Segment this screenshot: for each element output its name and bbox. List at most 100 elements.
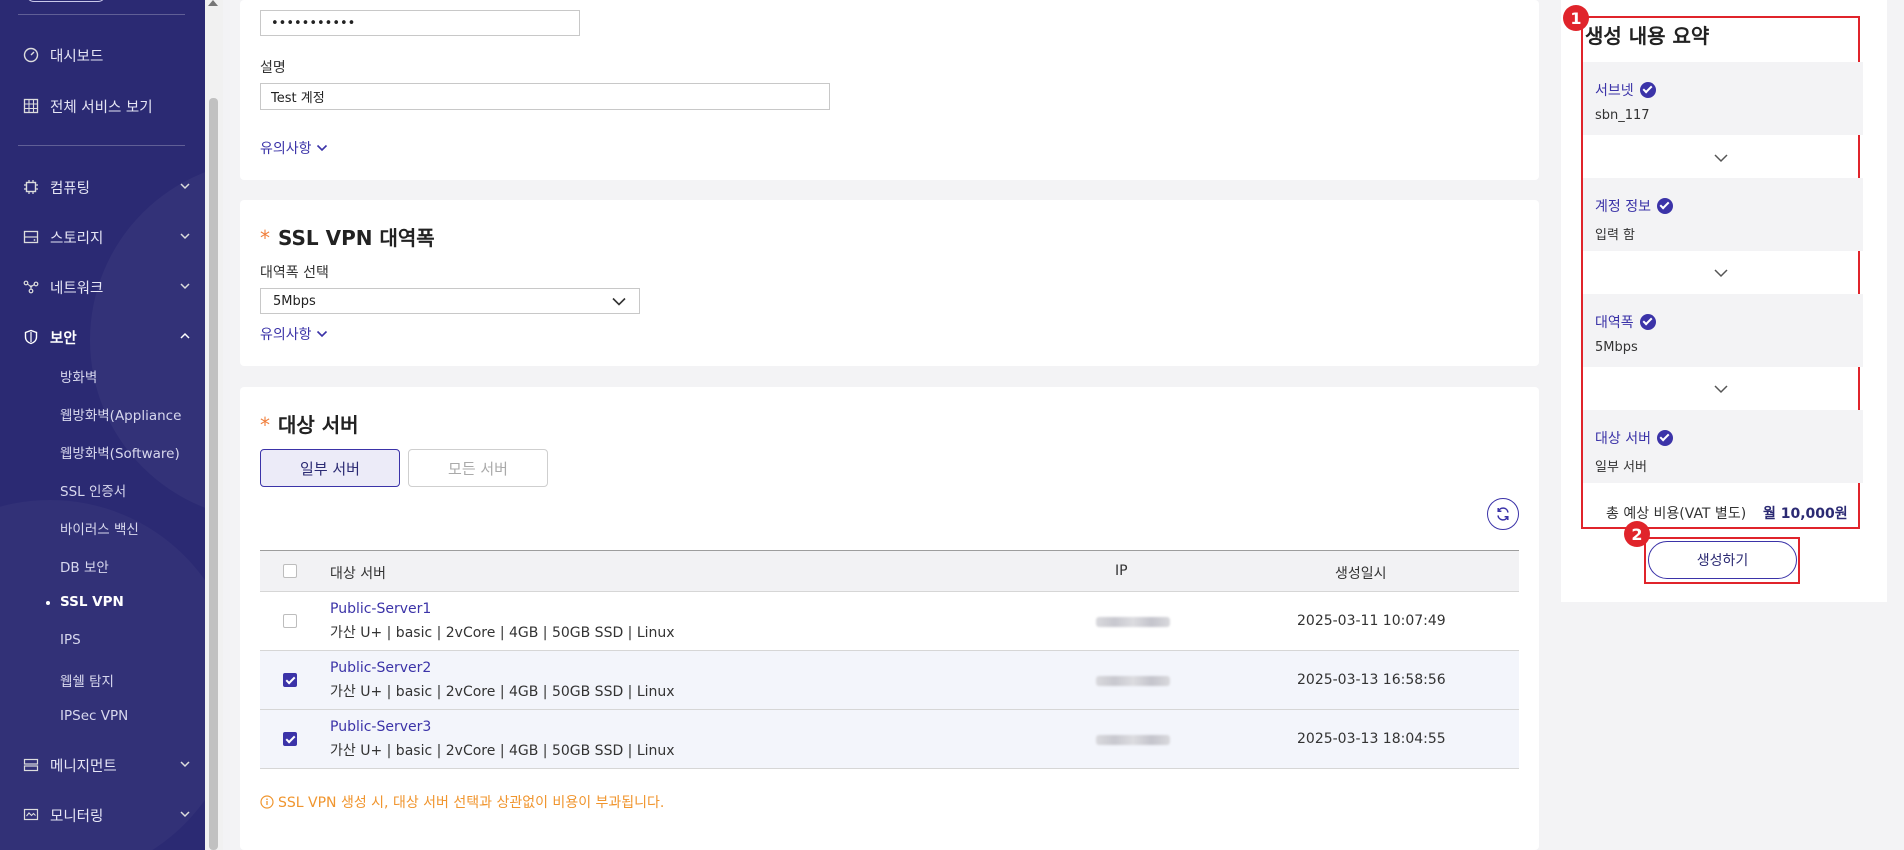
description-input[interactable]: Test 계정 [260,83,830,110]
sidebar-item-label: 스토리지 [50,230,104,247]
table-row[interactable]: Public-Server3 가산 U+ | basic | 2vCore | … [260,710,1519,769]
description-label: 설명 [260,60,286,76]
step-value: sbn_117 [1595,108,1650,123]
sidebar-subitem-webshell[interactable]: 웹쉘 탐지 [60,670,114,690]
check-circle-icon [1656,198,1673,214]
sidebar-item-network[interactable]: 네트워크 [22,272,192,302]
table-row[interactable]: Public-Server2 가산 U+ | basic | 2vCore | … [260,651,1519,710]
column-header-server: 대상 서버 [330,566,386,582]
ip-value-masked [1096,735,1170,745]
step-badge-2: 2 [1624,521,1650,547]
ip-value-masked [1096,617,1170,627]
summary-step-account: 계정 정보 입력 함 [1583,178,1863,251]
sidebar-top-button[interactable] [26,0,106,2]
refresh-button[interactable] [1487,498,1519,530]
toggle-some-servers[interactable]: 일부 서버 [260,449,400,487]
sidebar-item-label: 네트워크 [50,280,104,297]
sidebar-subitem-firewall[interactable]: 방화벽 [60,366,97,386]
server-name[interactable]: Public-Server1 [330,601,431,617]
summary-step-subnet: 서브넷 sbn_117 [1583,62,1863,135]
check-circle-icon [1639,82,1656,98]
sidebar-item-monitoring[interactable]: 모니터링 [22,800,192,830]
sidebar-item-computing[interactable]: 컴퓨팅 [22,172,192,202]
notice-label: 유의사항 [260,327,312,343]
chevron-down-icon [180,283,190,290]
table-header: 대상 서버 IP 생성일시 [260,550,1519,592]
column-header-created: 생성일시 [1335,566,1387,582]
sidebar-subitem-ssl-vpn[interactable]: SSL VPN [46,594,124,610]
target-server-card: * 대상 서버 일부 서버 모든 서버 대상 서버 IP 생성일시 Public-… [240,387,1539,850]
server-spec: 가산 U+ | basic | 2vCore | 4GB | 50GB SSD … [330,625,675,641]
server-icon [22,756,40,774]
sidebar-subitem-db-security[interactable]: DB 보안 [60,556,109,576]
sidebar-item-label: 보안 [50,330,77,347]
sidebar-item-label: 모니터링 [50,808,104,825]
bandwidth-selected-value: 5Mbps [273,293,316,309]
sidebar-subitem-ipsec-vpn[interactable]: IPSec VPN [60,708,128,724]
sidebar-item-label: 대시보드 [50,48,104,65]
sidebar-item-management[interactable]: 메니지먼트 [22,750,192,780]
sidebar-item-security[interactable]: 보안 [22,322,192,352]
warning-text: SSL VPN 생성 시, 대상 서버 선택과 상관없이 비용이 부과됩니다. [278,795,665,811]
table-row[interactable]: Public-Server1 가산 U+ | basic | 2vCore | … [260,592,1519,651]
chevron-down-icon [612,297,626,306]
password-input[interactable]: ••••••••••• [260,10,580,36]
server-spec: 가산 U+ | basic | 2vCore | 4GB | 50GB SSD … [330,684,675,700]
sidebar-item-label: 전체 서비스 보기 [50,99,153,116]
info-icon [260,795,274,809]
sidebar-subitem-waf-appliance[interactable]: 웹방화벽(Appliance [60,404,181,424]
scroll-up-arrow[interactable] [208,0,218,6]
total-cost-value: 월 10,000원 [1763,506,1848,522]
notice-toggle[interactable]: 유의사항 [260,324,329,344]
chevron-up-icon [180,332,190,339]
total-cost-label: 총 예상 비용(VAT 별도) [1606,506,1747,522]
ip-value-masked [1096,676,1170,686]
sidebar-item-storage[interactable]: 스토리지 [22,222,192,252]
chip-icon [22,178,40,196]
check-circle-icon [1639,314,1656,330]
scrollbar-thumb[interactable] [209,98,218,850]
network-icon [22,278,40,296]
create-button[interactable]: 생성하기 [1648,541,1797,579]
chevron-down-icon [180,761,190,768]
bandwidth-select-label: 대역폭 선택 [260,265,329,281]
chevron-down-icon [316,144,327,152]
shield-icon [22,328,40,346]
dashboard-icon [22,46,40,64]
step-label: 대상 서버 [1595,428,1673,448]
server-name[interactable]: Public-Server3 [330,719,431,735]
bandwidth-select[interactable]: 5Mbps [260,288,640,314]
storage-icon [22,228,40,246]
column-header-ip: IP [1115,563,1128,579]
chevron-down-icon [180,183,190,190]
sidebar-subitem-ips[interactable]: IPS [60,632,81,648]
summary-title: 생성 내용 요약 [1585,24,1710,48]
account-card: ••••••••••• 설명 Test 계정 유의사항 [240,0,1539,180]
notice-toggle[interactable]: 유의사항 [260,138,329,158]
created-date: 2025-03-11 10:07:49 [1297,613,1446,629]
sidebar-item-label: 메니지먼트 [50,758,117,775]
created-date: 2025-03-13 16:58:56 [1297,672,1446,688]
select-all-checkbox[interactable] [283,564,297,578]
sidebar-subitem-antivirus[interactable]: 바이러스 백신 [60,518,139,538]
chevron-down-icon [180,233,190,240]
step-value: 일부 서버 [1595,460,1647,475]
row-checkbox[interactable] [283,614,297,628]
summary-step-target: 대상 서버 일부 서버 [1583,410,1863,483]
sidebar-item-all-services[interactable]: 전체 서비스 보기 [22,91,192,121]
toggle-all-servers[interactable]: 모든 서버 [408,449,548,487]
monitor-icon [22,806,40,824]
summary-step-bandwidth: 대역폭 5Mbps [1583,294,1863,367]
chevron-down-icon [1714,269,1728,278]
row-checkbox[interactable] [283,732,297,746]
grid-icon [22,97,40,115]
sidebar-subitem-waf-software[interactable]: 웹방화벽(Software) [60,442,180,462]
sidebar-subitem-ssl-certificate[interactable]: SSL 인증서 [60,480,126,500]
server-name[interactable]: Public-Server2 [330,660,431,676]
step-value: 입력 함 [1595,228,1636,243]
chevron-down-icon [316,330,327,338]
sidebar-item-dashboard[interactable]: 대시보드 [22,40,192,70]
required-mark: * [260,226,270,250]
row-checkbox[interactable] [283,673,297,687]
chevron-down-icon [1714,154,1728,163]
